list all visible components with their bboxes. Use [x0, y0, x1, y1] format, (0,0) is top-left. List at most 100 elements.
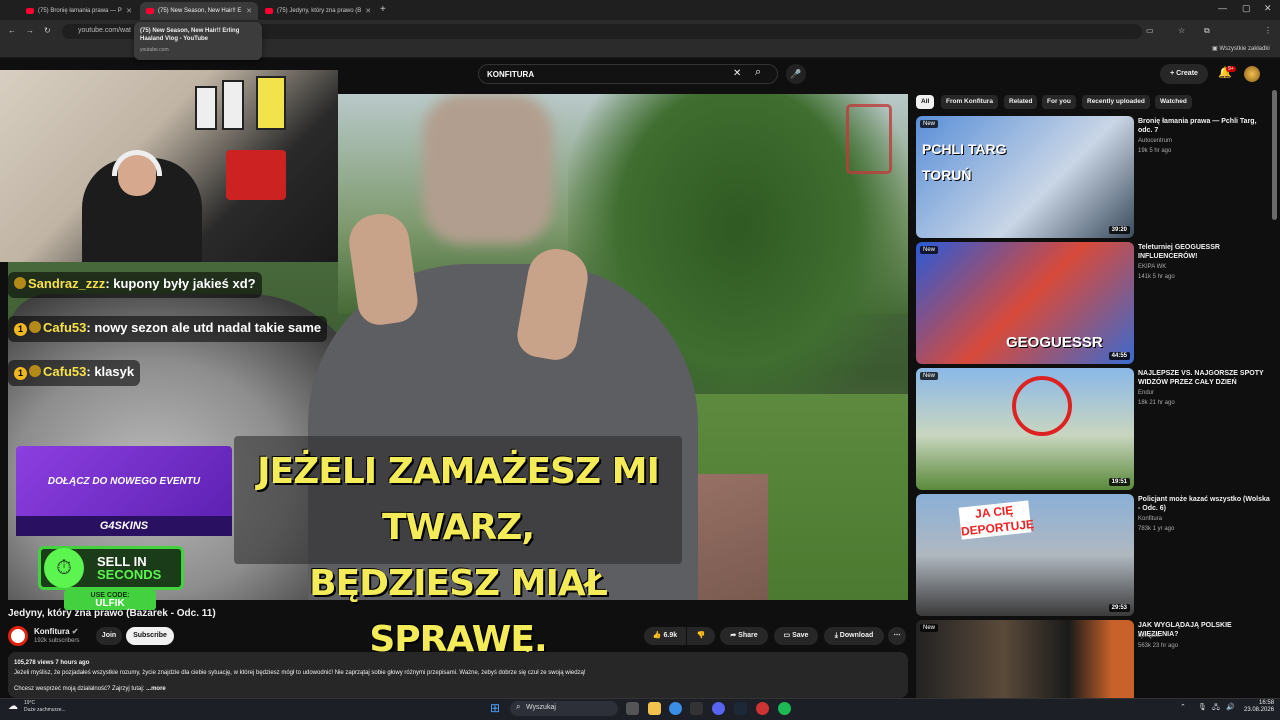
chip-from-channel[interactable]: From Konfitura: [941, 95, 998, 109]
search-icon: ⌕: [516, 702, 521, 711]
clock-date: 23.08.2026: [1244, 707, 1275, 713]
task-view-icon[interactable]: [626, 702, 639, 715]
thumb-up-icon: 👍: [652, 632, 664, 639]
rec-thumbnail[interactable]: New PCHLI TARG TORUŃ 39:20: [916, 116, 1134, 238]
app-icon[interactable]: [756, 702, 769, 715]
star-icon[interactable]: ☆: [1178, 26, 1185, 35]
chat-user: Cafu53: [43, 364, 87, 379]
windows-start-icon[interactable]: ⊞: [490, 701, 500, 715]
poster: [195, 86, 217, 130]
back-icon[interactable]: ←: [8, 26, 16, 35]
promo-code: USE CODE: ULFIK: [64, 590, 156, 610]
like-count: 6.9k: [663, 632, 678, 639]
views-time: 105,278 views 7 hours ago: [14, 660, 90, 666]
create-button[interactable]: + Create: [1160, 64, 1208, 84]
taskbar-clock[interactable]: 16:58 23.08.2026: [1244, 700, 1274, 714]
rec-channel[interactable]: ojwojtek: [1138, 633, 1160, 639]
chip-for-you[interactable]: For you: [1042, 95, 1076, 109]
chip-all[interactable]: All: [916, 95, 935, 109]
cast-icon[interactable]: ▭: [1146, 26, 1154, 35]
rec-title[interactable]: Policjant może kazać wszystko (Wolska - …: [1138, 495, 1270, 513]
account-avatar[interactable]: [1244, 66, 1260, 82]
discord-icon[interactable]: [712, 702, 725, 715]
channel-name[interactable]: Konfitura ✔: [34, 627, 79, 636]
app-icon[interactable]: [690, 702, 703, 715]
network-icon[interactable]: 🖧: [1212, 703, 1220, 714]
new-tab-button[interactable]: +: [380, 4, 386, 15]
forward-icon[interactable]: →: [26, 26, 34, 35]
join-button[interactable]: Join: [96, 627, 122, 645]
menu-icon[interactable]: ⋮: [1264, 26, 1272, 35]
maximize-icon[interactable]: ▢: [1242, 3, 1251, 14]
all-bookmarks[interactable]: ▣ Wszystkie zakładki: [1212, 45, 1270, 52]
rec-thumbnail[interactable]: New 19:51: [916, 368, 1134, 490]
spotify-icon[interactable]: [778, 702, 791, 715]
taskbar-search[interactable]: Wyszukaj: [510, 701, 618, 716]
minimize-icon[interactable]: —: [1218, 3, 1227, 13]
save-button[interactable]: ▭ Save: [774, 627, 818, 645]
thumb-text: GEOGUESSR: [1006, 334, 1103, 351]
close-icon[interactable]: ✕: [126, 7, 132, 15]
weather-desc: Duże zachmurze...: [24, 707, 66, 713]
subscribe-button[interactable]: Subscribe: [126, 627, 174, 645]
skull-icon: [14, 277, 26, 289]
share-button[interactable]: ➦ Share: [720, 627, 768, 645]
new-badge: New: [920, 246, 939, 254]
shelf: [226, 150, 286, 200]
more-actions-icon[interactable]: ⋯: [888, 627, 906, 645]
rec-channel[interactable]: Endur: [1138, 390, 1154, 396]
tab-3[interactable]: (75) Jedyny, który zna prawo (B ✕: [259, 2, 377, 20]
share-label: Share: [738, 632, 758, 639]
thumb-text: PCHLI TARG TORUŃ: [922, 141, 1007, 183]
sell-line: SECONDS: [97, 567, 162, 582]
duration: 29:53: [1108, 604, 1130, 612]
rec-channel[interactable]: Konfitura: [1138, 516, 1162, 522]
rec-thumbnail[interactable]: New: [916, 620, 1134, 698]
dislike-button[interactable]: 👎: [687, 627, 715, 645]
tab-2[interactable]: (75) New Season, New Hair!! E ✕: [140, 2, 258, 20]
chrome-icon[interactable]: [669, 702, 682, 715]
weather-temp: 19°C: [24, 700, 36, 706]
description-box[interactable]: 105,278 views 7 hours ago Jeżeli myślisz…: [8, 652, 908, 698]
rec-title[interactable]: NAJLEPSZE VS. NAJGORSZE SPOTY WIDZÓW PRZ…: [1138, 369, 1270, 387]
mic-icon[interactable]: 🎤: [786, 64, 806, 84]
more-link[interactable]: ...more: [146, 686, 166, 692]
rec-title[interactable]: Teleturniej GEOGUESSR INFLUENCERÓW!: [1138, 243, 1270, 261]
tray-chevron-icon[interactable]: ⌃: [1180, 703, 1186, 711]
search-icon[interactable]: ⌕: [755, 66, 761, 79]
chat-message: 1 Cafu53: nowy sezon ale utd nadal takie …: [8, 316, 328, 342]
mic-tray-icon[interactable]: 🎙: [1198, 703, 1207, 711]
chip-recent[interactable]: Recently uploaded: [1082, 95, 1150, 109]
close-icon[interactable]: ✕: [246, 7, 252, 15]
volume-icon[interactable]: 🔊: [1226, 703, 1235, 711]
skull-icon: [29, 321, 41, 333]
rec-channel[interactable]: Autocentrum: [1138, 138, 1172, 144]
rec-thumbnail[interactable]: New GEOGUESSR 44:55: [916, 242, 1134, 364]
scrollbar[interactable]: [1272, 90, 1277, 220]
file-explorer-icon[interactable]: [648, 702, 661, 715]
code-value: ULFIK: [95, 598, 125, 609]
clear-search-icon[interactable]: ✕: [733, 68, 741, 79]
level-badge: 1: [14, 323, 27, 336]
steam-icon[interactable]: [734, 702, 747, 715]
close-icon[interactable]: ✕: [365, 7, 371, 15]
download-button[interactable]: ⤓ Download: [824, 627, 884, 645]
extensions-icon[interactable]: ⧉: [1204, 26, 1210, 36]
channel-avatar[interactable]: [8, 626, 28, 646]
tab-1[interactable]: (75) Bronię łamania prawa — P ✕: [20, 2, 138, 20]
weather-icon: ☁: [8, 701, 18, 712]
rec-thumbnail[interactable]: JA CIĘ DEPORTUJĘ 29:53: [916, 494, 1134, 616]
rec-channel[interactable]: EKIPA WK: [1138, 264, 1166, 270]
chip-watched[interactable]: Watched: [1155, 95, 1192, 109]
reload-icon[interactable]: ↻: [44, 26, 51, 35]
tooltip-title: (75) New Season, New Hair!! Erling Haala…: [140, 28, 240, 42]
share-icon: ➦: [730, 632, 739, 639]
weather-widget[interactable]: 19°C Duże zachmurze...: [24, 700, 66, 714]
chip-related[interactable]: Related: [1004, 95, 1038, 109]
like-button[interactable]: 👍 6.9k: [644, 627, 686, 645]
tooltip-domain: youtube.com: [140, 47, 169, 53]
rec-title[interactable]: Bronię łamania prawa — Pchli Targ, odc. …: [1138, 117, 1270, 135]
create-label: Create: [1176, 70, 1198, 77]
chat-message: 1 Cafu53: klasyk: [8, 360, 141, 386]
close-window-icon[interactable]: ✕: [1264, 3, 1272, 14]
